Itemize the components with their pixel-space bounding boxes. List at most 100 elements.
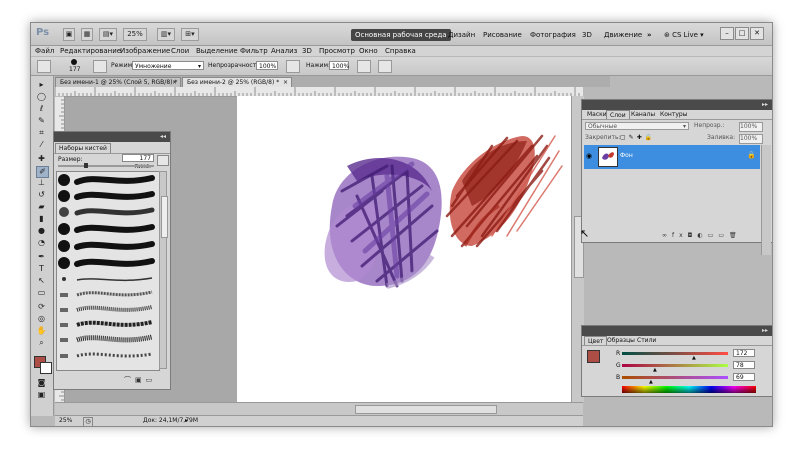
adjustment-layer-icon[interactable]: ◐	[697, 232, 707, 239]
layer-row-background[interactable]: ◉ Фон 🔒	[584, 145, 760, 169]
path-selection-tool-icon[interactable]: ↖	[36, 276, 47, 286]
menu-file[interactable]: Файл	[35, 46, 54, 56]
status-menu-icon[interactable]: ▸	[185, 416, 188, 426]
menu-layers[interactable]: Слои	[171, 46, 189, 56]
collapse-icon[interactable]: ▸▸	[762, 100, 768, 110]
status-info-icon[interactable]: ◷	[83, 417, 93, 426]
gradient-tool-icon[interactable]: ▮	[36, 214, 47, 224]
healing-brush-tool-icon[interactable]: ✚	[36, 154, 47, 164]
color-spectrum-bar[interactable]	[622, 386, 756, 393]
pen-tool-icon[interactable]: ✒	[36, 252, 47, 262]
workspace-photography[interactable]: Фотография	[530, 29, 576, 41]
quick-mask-icon[interactable]: ◙	[36, 378, 47, 388]
g-slider-thumb[interactable]: ▲	[653, 367, 657, 373]
brush-list[interactable]	[56, 171, 160, 371]
tab-styles[interactable]: Стили	[634, 336, 659, 345]
menu-analysis[interactable]: Анализ	[271, 46, 297, 56]
menu-edit[interactable]: Редактирование	[60, 46, 121, 56]
minimize-button[interactable]: –	[720, 27, 734, 40]
close-button[interactable]: ✕	[750, 27, 764, 40]
collapse-icon[interactable]: ◂◂	[160, 132, 166, 142]
brush-size-slider-thumb[interactable]	[84, 163, 88, 168]
b-slider-thumb[interactable]: ▲	[649, 379, 653, 385]
layers-footer-icons[interactable]: ∞fx◘◐▭▭🗑	[662, 232, 742, 239]
brush-list-scroll-thumb[interactable]	[161, 196, 168, 238]
background-color-swatch[interactable]	[40, 362, 52, 374]
zoom-level[interactable]: 25%	[123, 28, 147, 41]
brush-preset-row[interactable]	[59, 207, 155, 217]
b-input[interactable]: 69	[733, 373, 755, 381]
cs-live-button[interactable]: ⊛ CS Live ▾	[664, 29, 704, 41]
menu-help[interactable]: Справка	[385, 46, 416, 56]
tab-document-2[interactable]: Без имени-2 @ 25% (RGB/8) * ×	[182, 77, 292, 87]
brush-list-scrollbar[interactable]	[159, 171, 168, 369]
workspace-3d[interactable]: 3D	[582, 29, 592, 41]
menu-view[interactable]: Просмотр	[319, 46, 355, 56]
eye-icon[interactable]: ◉	[586, 152, 592, 160]
quick-selection-tool-icon[interactable]: ✎	[36, 116, 47, 126]
blend-mode-select[interactable]: Обычные ▾	[585, 122, 689, 130]
document-canvas[interactable]	[237, 96, 583, 402]
brush-preset-row[interactable]	[60, 320, 153, 327]
type-tool-icon[interactable]: T	[36, 264, 47, 274]
workspace-design[interactable]: Дизайн	[448, 29, 475, 41]
history-brush-tool-icon[interactable]: ↺	[36, 190, 47, 200]
new-group-icon[interactable]: ▭	[708, 232, 719, 239]
zoom-tool-icon[interactable]: ⌕	[36, 338, 47, 348]
tablet-pressure-size-icon[interactable]	[378, 60, 392, 73]
status-zoom[interactable]: 25%	[59, 416, 72, 426]
brush-size-slider[interactable]	[58, 165, 154, 167]
brush-panel-toggle-icon[interactable]	[93, 60, 107, 73]
airbrush-icon[interactable]	[357, 60, 371, 73]
screen-mode-icon[interactable]: ⊞▾	[181, 28, 199, 41]
r-slider[interactable]	[622, 352, 728, 355]
brush-panel-footer-icons[interactable]: ⌒▣▭	[124, 375, 156, 385]
workspace-motion[interactable]: Движение	[604, 29, 642, 41]
3d-orbit-tool-icon[interactable]: ◎	[36, 314, 47, 324]
arrange-documents-icon[interactable]: ▥▾	[157, 28, 175, 41]
g-input[interactable]: 78	[733, 361, 755, 369]
tab-paths[interactable]: Контуры	[657, 110, 690, 119]
shape-tool-icon[interactable]: ▭	[36, 288, 47, 298]
crop-tool-icon[interactable]: ⌗	[36, 128, 47, 138]
brush-presets-tab[interactable]: Наборы кистей	[55, 143, 111, 153]
brush-preset-row[interactable]	[60, 334, 153, 343]
tab-swatches[interactable]: Образцы	[604, 336, 638, 345]
move-tool-icon[interactable]: ▸	[36, 80, 47, 90]
fill-input[interactable]: 100%	[739, 134, 763, 144]
trash-icon[interactable]: 🗑	[729, 232, 742, 239]
brush-tip-icon[interactable]	[71, 59, 77, 65]
r-slider-thumb[interactable]: ▲	[692, 355, 696, 361]
brush-preset-row[interactable]	[62, 277, 153, 282]
reset-brush-icon[interactable]	[157, 155, 169, 166]
layer-mask-icon[interactable]: ◘	[688, 232, 698, 239]
new-layer-icon[interactable]: ▭	[718, 232, 729, 239]
brush-preset-row[interactable]	[60, 352, 153, 358]
workspace-essentials[interactable]: Основная рабочая среда	[351, 29, 451, 41]
3d-rotate-tool-icon[interactable]: ⟳	[36, 302, 47, 312]
horizontal-scroll-thumb[interactable]	[355, 405, 497, 414]
brush-tool-icon[interactable]: ✐	[36, 166, 49, 178]
g-slider[interactable]	[622, 364, 728, 367]
maximize-button[interactable]: □	[735, 27, 749, 40]
brush-preset-row[interactable]	[58, 223, 155, 235]
menu-select[interactable]: Выделение	[196, 46, 238, 56]
clone-stamp-tool-icon[interactable]: ⊥	[36, 178, 47, 188]
brush-preset-row[interactable]	[58, 240, 155, 252]
minibridge-icon[interactable]: ▦	[81, 28, 93, 41]
layer-opacity-input[interactable]: 100%	[739, 122, 763, 132]
brush-size-input[interactable]: 177 пикс.	[122, 154, 154, 170]
workspace-painting[interactable]: Рисование	[483, 29, 522, 41]
dodge-tool-icon[interactable]: ◔	[36, 238, 47, 248]
flow-input[interactable]: 100%	[329, 61, 349, 70]
menu-3d[interactable]: 3D	[302, 46, 312, 56]
brush-preset-row[interactable]	[58, 174, 155, 186]
brush-preset-row[interactable]	[60, 290, 153, 297]
menu-filter[interactable]: Фильтр	[240, 46, 268, 56]
brush-preset-row[interactable]	[60, 305, 153, 312]
r-input[interactable]: 172	[733, 349, 755, 357]
lasso-tool-icon[interactable]: ℓ	[36, 104, 47, 114]
eyedropper-tool-icon[interactable]: ⁄	[36, 140, 47, 150]
brush-preset-picker-icon[interactable]	[37, 60, 51, 73]
tablet-pressure-opacity-icon[interactable]	[286, 60, 300, 73]
